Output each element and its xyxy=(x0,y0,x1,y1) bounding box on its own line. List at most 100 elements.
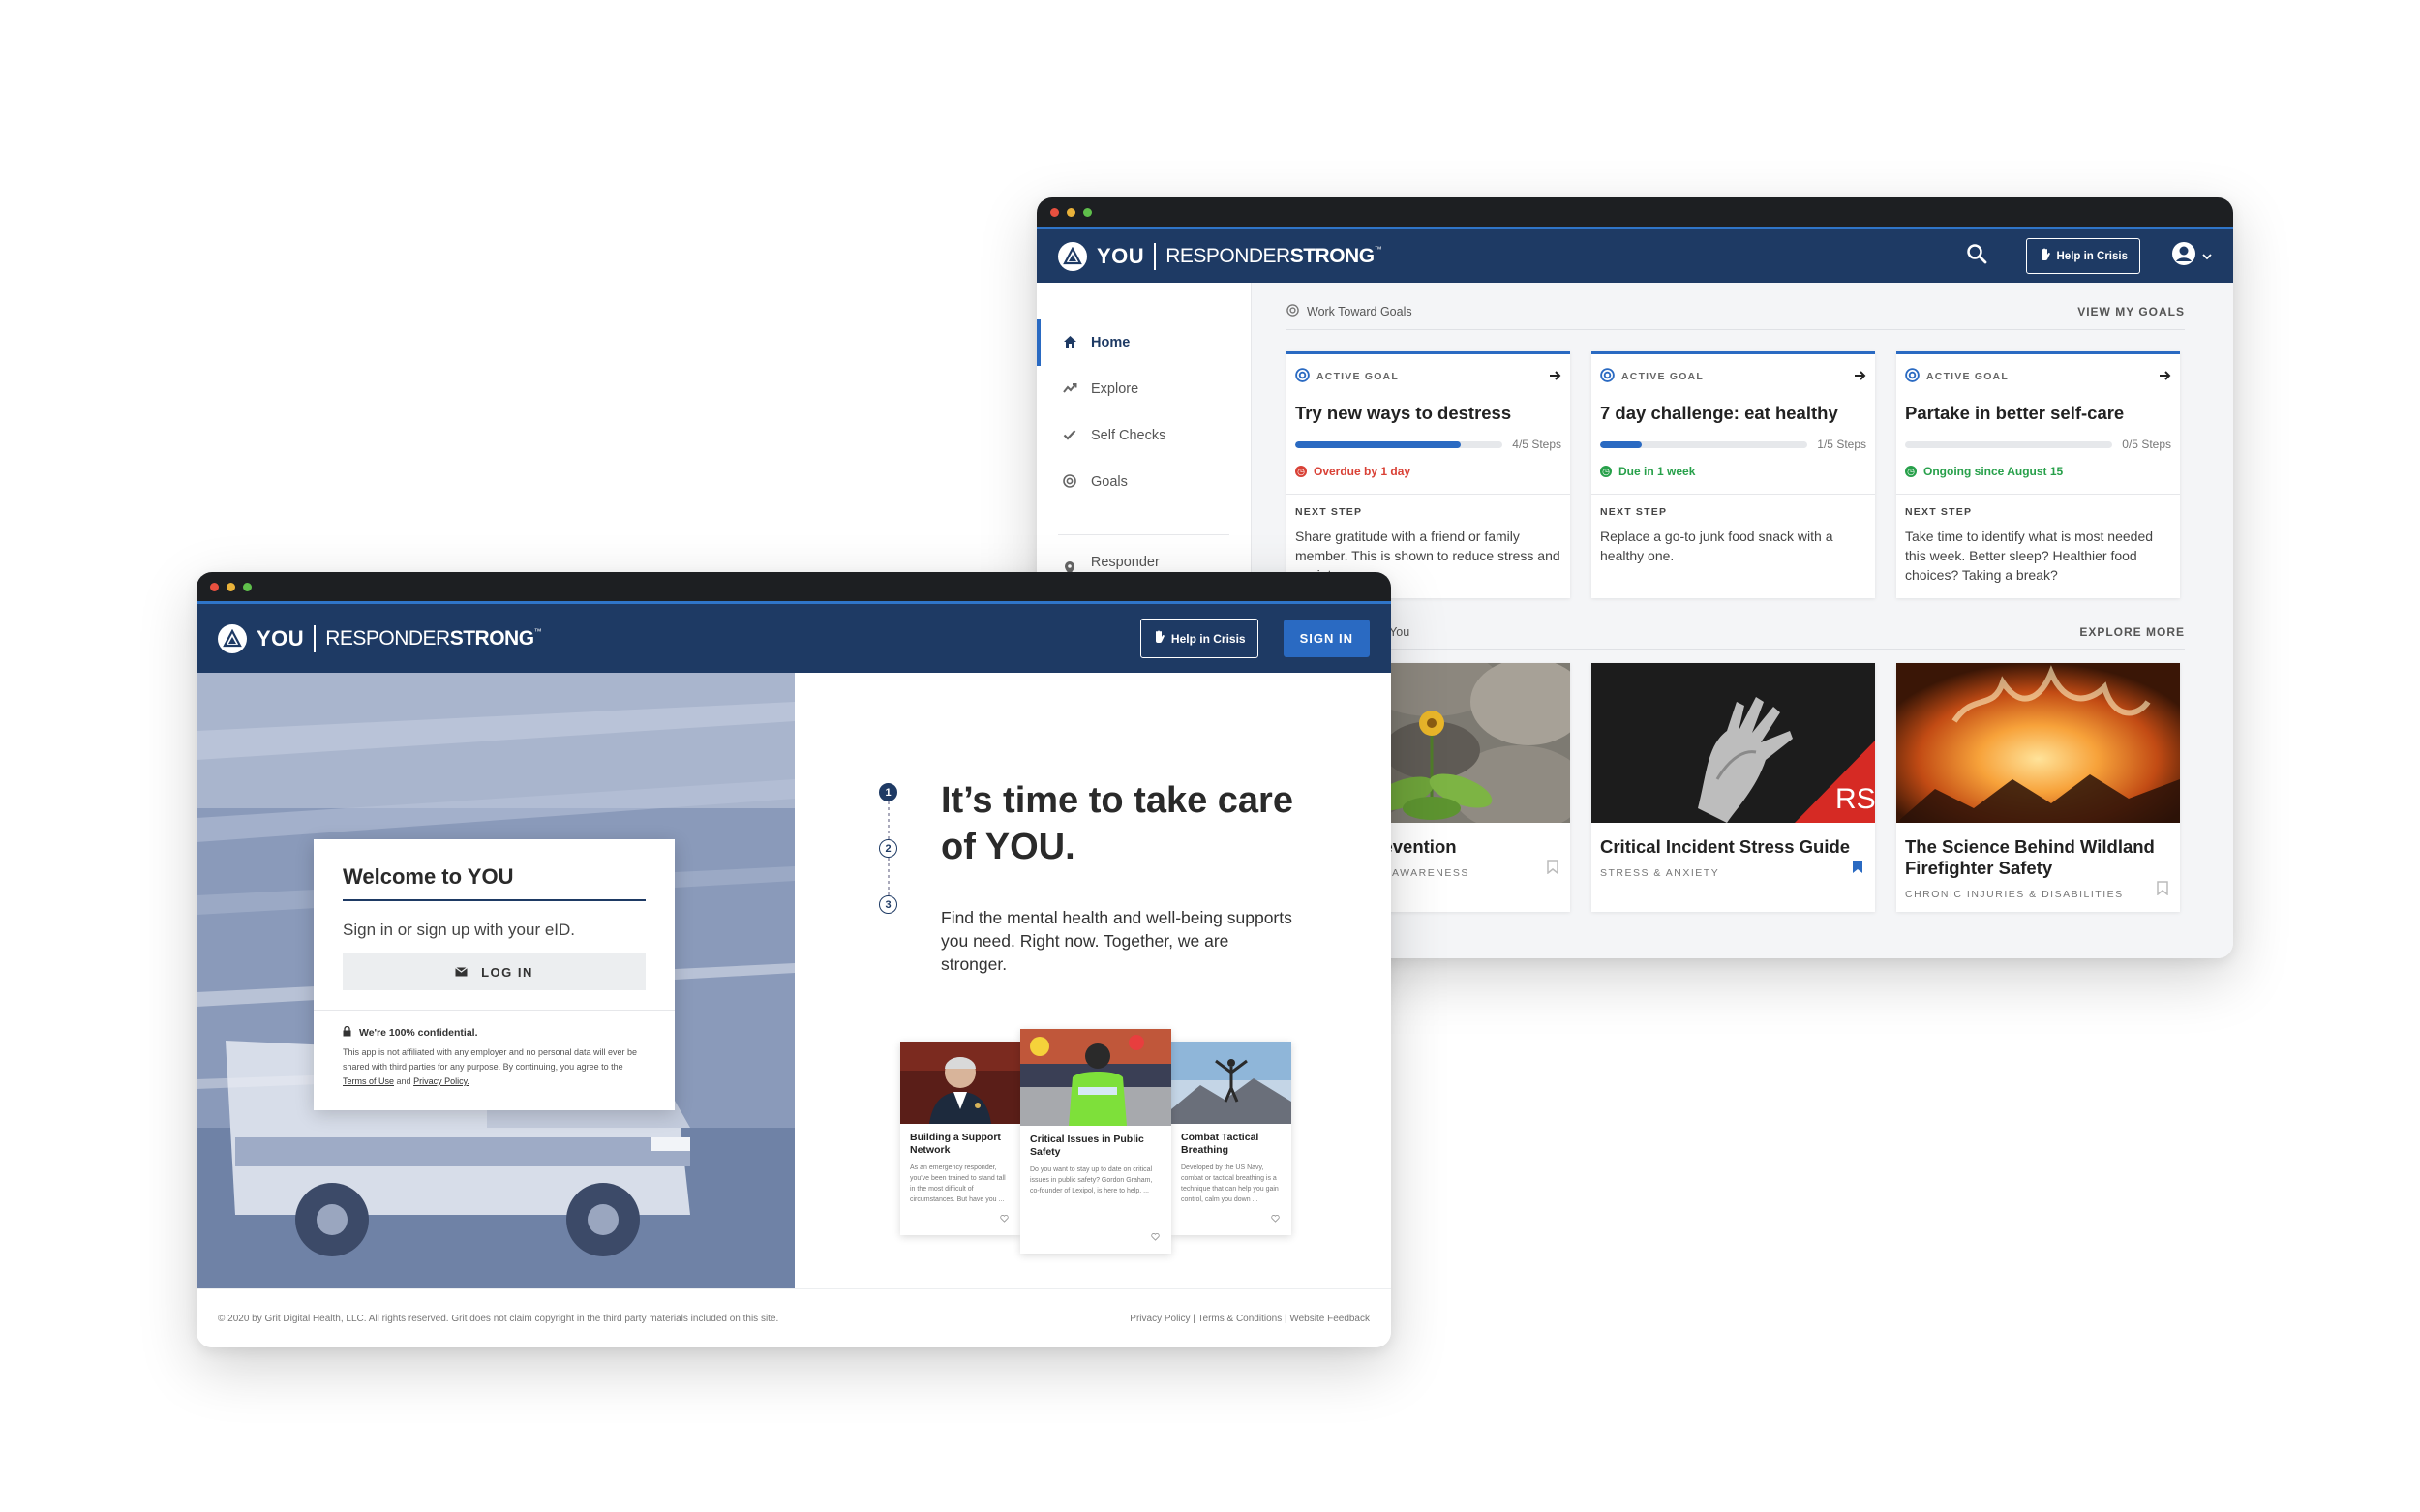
minimize-dot[interactable] xyxy=(1067,207,1075,217)
mini-card-public-safety[interactable]: Critical Issues in Public Safety Do you … xyxy=(1020,1029,1171,1254)
stage: YOU RESPONDERSTRONG™ Help in Crisis Home… xyxy=(0,0,2420,1512)
content-card[interactable]: The Science Behind Wildland Firefighter … xyxy=(1896,663,2180,912)
close-dot[interactable] xyxy=(210,582,219,591)
goal-title: Try new ways to destress xyxy=(1295,403,1512,423)
logo[interactable]: YOU RESPONDERSTRONG™ xyxy=(218,623,542,653)
intro-panel: 1 2 3 It’s time to take care of YOU. Fin… xyxy=(795,673,1391,1288)
bookmark-filled-icon[interactable] xyxy=(1852,860,1863,879)
goal-tag: ACTIVE GOAL xyxy=(1621,371,1704,382)
log-in-label: LOG IN xyxy=(481,964,533,980)
dashboard-header: YOU RESPONDERSTRONG™ Help in Crisis xyxy=(1037,227,2233,283)
log-in-button[interactable]: LOG IN xyxy=(343,953,646,990)
sidebar-item-home[interactable]: Home xyxy=(1037,319,1251,366)
goal-steps: 1/5 Steps xyxy=(1817,438,1866,451)
goal-status: ◷ Overdue by 1 day xyxy=(1295,465,1561,478)
logo-you: YOU xyxy=(257,625,305,650)
mini-card-support-network[interactable]: Building a Support Network As an emergen… xyxy=(900,1042,1020,1235)
next-step-label: NEXT STEP xyxy=(1295,506,1363,518)
clock-icon: ◷ xyxy=(1905,466,1917,477)
card-tag: STRESS & ANXIETY xyxy=(1600,867,1720,879)
view-my-goals-link[interactable]: VIEW MY GOALS xyxy=(2077,305,2185,318)
goal-title: 7 day challenge: eat healthy xyxy=(1600,403,1838,423)
sign-in-button[interactable]: SIGN IN xyxy=(1283,620,1370,657)
goal-steps: 0/5 Steps xyxy=(2122,438,2171,451)
terms-of-use-link[interactable]: Terms of Use xyxy=(343,1076,394,1086)
trend-icon xyxy=(1062,381,1077,397)
chevron-down-icon xyxy=(2202,248,2212,265)
fire-image xyxy=(1896,663,2180,823)
arrow-right-icon[interactable] xyxy=(1549,370,1561,384)
card-title: Critical Incident Stress Guide xyxy=(1600,836,1851,857)
goal-progress-bar xyxy=(1295,440,1503,448)
maximize-dot[interactable] xyxy=(243,582,252,591)
goal-status: ◷ Ongoing since August 15 xyxy=(1905,465,2171,478)
goal-tag: ACTIVE GOAL xyxy=(1926,371,2009,382)
search-icon[interactable] xyxy=(1966,243,1987,269)
goal-card[interactable]: ACTIVE GOAL Partake in better self-care … xyxy=(1896,351,2180,598)
home-icon xyxy=(1062,335,1077,351)
sidebar-item-label: Home xyxy=(1091,335,1131,350)
goal-tag: ACTIVE GOAL xyxy=(1316,371,1399,382)
goal-progress-bar xyxy=(1600,440,1808,448)
footer: © 2020 by Grit Digital Health, LLC. All … xyxy=(197,1288,1391,1347)
arrow-right-icon[interactable] xyxy=(1854,370,1866,384)
heart-icon[interactable] xyxy=(1271,1210,1280,1227)
goal-steps: 4/5 Steps xyxy=(1512,438,1561,451)
help-in-crisis-button[interactable]: Help in Crisis xyxy=(2025,238,2140,274)
clock-icon: ◷ xyxy=(1600,466,1612,477)
mini-card-title: Combat Tactical Breathing xyxy=(1181,1132,1259,1156)
mini-card-title: Building a Support Network xyxy=(910,1132,1001,1156)
sidebar-item-goals[interactable]: Goals xyxy=(1037,459,1251,505)
help-in-crisis-button[interactable]: Help in Crisis xyxy=(1139,619,1258,658)
bookmark-icon[interactable] xyxy=(2157,881,2168,900)
window-chrome xyxy=(197,572,1391,601)
sidebar-item-self-checks[interactable]: Self Checks xyxy=(1037,412,1251,459)
close-dot[interactable] xyxy=(1050,207,1059,217)
account-menu[interactable] xyxy=(2171,241,2212,271)
recommended-card-row: Suicide Prevention PREVENTION & AWARENES… xyxy=(1286,663,2185,912)
explore-more-link[interactable]: EXPLORE MORE xyxy=(2079,625,2185,639)
mountain-breathing-image xyxy=(1171,1042,1291,1124)
recommended-section-header: Recommended for You EXPLORE MORE xyxy=(1286,625,2185,650)
check-icon xyxy=(1062,428,1077,443)
step-1[interactable]: 1 xyxy=(879,783,897,801)
maximize-dot[interactable] xyxy=(1083,207,1092,217)
step-3[interactable]: 3 xyxy=(879,895,897,914)
next-step-label: NEXT STEP xyxy=(1905,506,1973,518)
goal-card-row: ACTIVE GOAL Try new ways to destress 4/5… xyxy=(1286,351,2185,598)
help-in-crisis-label: Help in Crisis xyxy=(1170,631,1246,646)
goal-target-icon xyxy=(1295,368,1310,385)
login-content: Welcome to YOU Sign in or sign up with y… xyxy=(197,673,1391,1288)
minimize-dot[interactable] xyxy=(227,582,235,591)
logo-mark-icon xyxy=(218,623,247,653)
step-2[interactable]: 2 xyxy=(879,839,897,858)
goal-status: ◷ Due in 1 week xyxy=(1600,465,1866,478)
privacy-policy-link[interactable]: Privacy Policy. xyxy=(413,1076,469,1086)
target-icon xyxy=(1286,304,1299,319)
sidebar-item-label: Self Checks xyxy=(1091,428,1166,443)
copyright-text: © 2020 by Grit Digital Health, LLC. All … xyxy=(218,1313,779,1324)
ambulance-hero-image: Welcome to YOU Sign in or sign up with y… xyxy=(197,673,795,1288)
arrow-right-icon[interactable] xyxy=(2159,370,2171,384)
mini-card-tactical-breathing[interactable]: Combat Tactical Breathing Developed by t… xyxy=(1171,1042,1291,1235)
envelope-icon xyxy=(455,965,468,980)
onboarding-stepper: 1 2 3 xyxy=(879,783,898,914)
hand-icon xyxy=(2039,248,2050,264)
goal-title: Partake in better self-care xyxy=(1905,403,2125,423)
logo-you: YOU xyxy=(1097,243,1145,268)
next-step-text: Take time to identify what is most neede… xyxy=(1905,529,2154,583)
sidebar-item-explore[interactable]: Explore xyxy=(1037,366,1251,412)
next-step-text: Replace a go-to junk food snack with a h… xyxy=(1600,529,1833,563)
heart-icon[interactable] xyxy=(1000,1210,1009,1227)
heart-icon[interactable] xyxy=(1151,1228,1160,1246)
content-card[interactable]: RS Critical Incident Stress Guide STRESS… xyxy=(1591,663,1875,912)
goal-card[interactable]: ACTIVE GOAL Try new ways to destress 4/5… xyxy=(1286,351,1570,598)
bookmark-icon[interactable] xyxy=(1547,860,1558,879)
logo-mark-icon xyxy=(1058,241,1087,271)
footer-links[interactable]: Privacy Policy | Terms & Conditions | We… xyxy=(1130,1314,1370,1324)
hand-icon xyxy=(1153,630,1165,647)
target-icon xyxy=(1062,473,1077,491)
logo[interactable]: YOU RESPONDERSTRONG™ xyxy=(1058,241,1382,271)
goal-target-icon xyxy=(1600,368,1615,385)
goal-card[interactable]: ACTIVE GOAL 7 day challenge: eat healthy… xyxy=(1591,351,1875,598)
